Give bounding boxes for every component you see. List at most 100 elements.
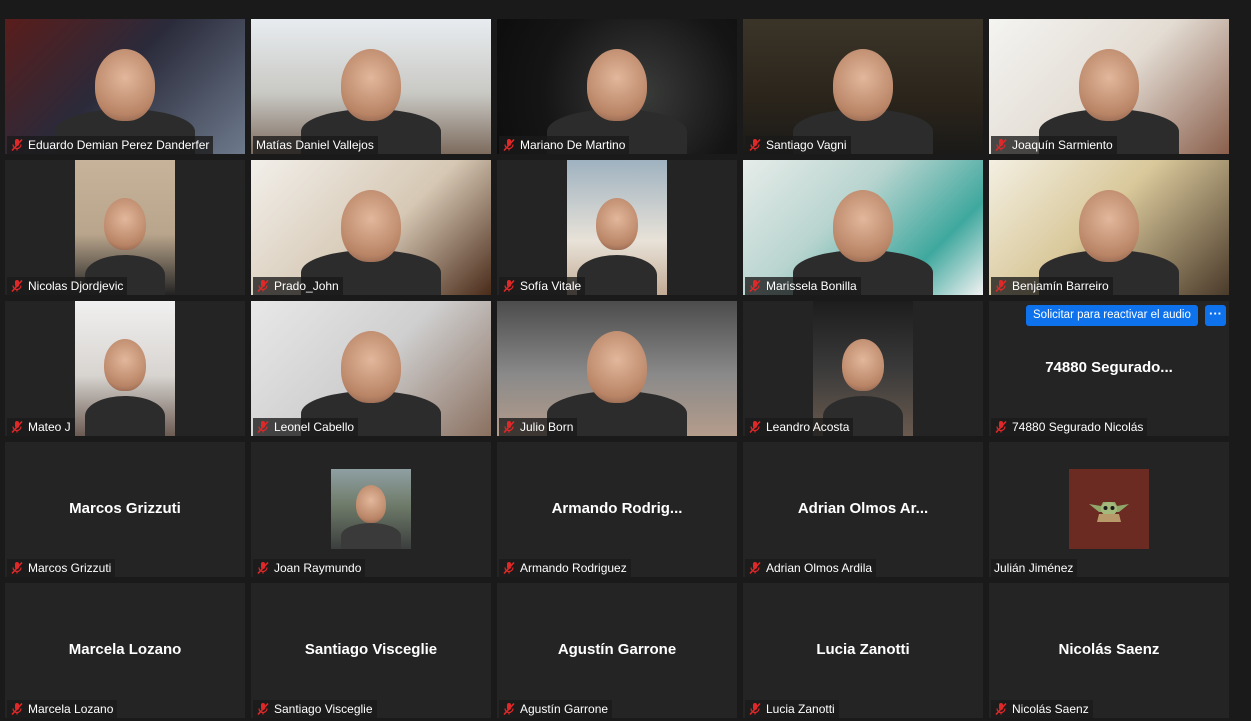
participant-tile-lucia-zanotti[interactable]: Lucia Zanotti Lucia Zanotti xyxy=(743,583,983,718)
participant-tile-leonel-cabello[interactable]: Leonel Cabello xyxy=(251,301,491,436)
participant-name-text: Joaquín Sarmiento xyxy=(1012,138,1113,152)
video-feed xyxy=(989,19,1229,154)
microphone-muted-icon xyxy=(503,138,515,152)
video-feed xyxy=(567,160,667,295)
participant-name-label: Benjamín Barreiro xyxy=(991,277,1113,295)
participant-name-text: Nicolás Saenz xyxy=(1012,702,1089,716)
participant-name-label: Santiago Visceglie xyxy=(253,700,377,718)
participant-tile-mariano-de-martino[interactable]: Mariano De Martino xyxy=(497,19,737,154)
participant-name-text: Eduardo Demian Perez Danderfer xyxy=(28,138,210,152)
participant-name-label: Adrian Olmos Ardila xyxy=(745,559,877,577)
participant-name-label: Leandro Acosta xyxy=(745,418,854,436)
person-face xyxy=(587,331,647,403)
participant-tile-sofia-vitale[interactable]: Sofía Vitale xyxy=(497,160,737,295)
participant-tile-armando-rodriguez[interactable]: Armando Rodrig... Armando Rodriguez xyxy=(497,442,737,577)
video-feed xyxy=(251,19,491,154)
participant-display-name: Santiago Visceglie xyxy=(304,641,438,658)
participant-display-name: Adrian Olmos Ar... xyxy=(797,500,929,517)
participant-display-name: Marcela Lozano xyxy=(68,641,182,658)
participant-tile-mateo-j[interactable]: Mateo J xyxy=(5,301,245,436)
microphone-muted-icon xyxy=(995,702,1007,716)
participant-tile-marcos-grizzuti[interactable]: Marcos Grizzuti Marcos Grizzuti xyxy=(5,442,245,577)
participant-tile-agustin-garrone[interactable]: Agustín Garrone Agustín Garrone xyxy=(497,583,737,718)
participant-name-label: Mariano De Martino xyxy=(499,136,630,154)
person-face xyxy=(596,198,638,250)
person-face xyxy=(341,331,401,403)
video-feed xyxy=(813,301,913,436)
participant-tile-julio-born[interactable]: Julio Born xyxy=(497,301,737,436)
participant-name-label: Lucia Zanotti xyxy=(745,700,839,718)
microphone-muted-icon xyxy=(749,702,761,716)
microphone-muted-icon xyxy=(749,561,761,575)
participant-display-name: Marcos Grizzuti xyxy=(69,500,181,517)
microphone-muted-icon xyxy=(503,561,515,575)
participant-display-name: Lucia Zanotti xyxy=(816,641,910,658)
microphone-muted-icon xyxy=(749,138,761,152)
video-feed xyxy=(251,160,491,295)
microphone-muted-icon xyxy=(11,420,23,434)
baby-yoda-icon xyxy=(1089,502,1129,522)
microphone-muted-icon xyxy=(257,702,269,716)
microphone-muted-icon xyxy=(995,279,1007,293)
person-face xyxy=(1079,49,1139,121)
participant-tile-marcela-lozano[interactable]: Marcela Lozano Marcela Lozano xyxy=(5,583,245,718)
video-feed xyxy=(743,19,983,154)
person-silhouette xyxy=(577,255,657,295)
participant-tile-prado-john[interactable]: Prado_John xyxy=(251,160,491,295)
participant-name-label: Joaquín Sarmiento xyxy=(991,136,1117,154)
microphone-muted-icon xyxy=(995,138,1007,152)
participant-name-label: Joan Raymundo xyxy=(253,559,366,577)
person-face xyxy=(587,49,647,121)
microphone-muted-icon xyxy=(995,420,1007,434)
participant-name-text: Leonel Cabello xyxy=(274,420,355,434)
participant-name-label: Armando Rodriguez xyxy=(499,559,631,577)
person-face xyxy=(356,485,386,523)
microphone-muted-icon xyxy=(257,561,269,575)
participant-name-text: Sofía Vitale xyxy=(520,279,582,293)
video-feed xyxy=(497,301,737,436)
participant-name-text: Joan Raymundo xyxy=(274,561,362,575)
more-options-button[interactable]: ··· xyxy=(1205,305,1226,326)
microphone-muted-icon xyxy=(749,420,761,434)
participant-name-text: Julián Jiménez xyxy=(994,561,1074,575)
person-face xyxy=(95,49,155,121)
person-face xyxy=(341,49,401,121)
video-feed xyxy=(75,160,175,295)
participant-name-text: Mateo J xyxy=(28,420,71,434)
participant-name-label: Prado_John xyxy=(253,277,343,295)
participant-tile-santiago-visceglie[interactable]: Santiago Visceglie Santiago Visceglie xyxy=(251,583,491,718)
participant-tile-adrian-olmos-ardila[interactable]: Adrian Olmos Ar... Adrian Olmos Ardila xyxy=(743,442,983,577)
participant-tile-eduardo-demian-perez-danderfer[interactable]: Eduardo Demian Perez Danderfer xyxy=(5,19,245,154)
participant-name-label: Sofía Vitale xyxy=(499,277,586,295)
participant-name-text: Prado_John xyxy=(274,279,339,293)
person-face xyxy=(842,339,884,391)
participant-display-name: Armando Rodrig... xyxy=(551,500,683,517)
participant-name-label: Santiago Vagni xyxy=(745,136,851,154)
participant-tile-julian-jimenez[interactable]: Julián Jiménez xyxy=(989,442,1229,577)
participant-name-text: Nicolas Djordjevic xyxy=(28,279,124,293)
participant-display-name: Agustín Garrone xyxy=(557,641,677,658)
microphone-muted-icon xyxy=(503,279,515,293)
microphone-muted-icon xyxy=(11,279,23,293)
participant-name-text: Armando Rodriguez xyxy=(520,561,627,575)
participant-name-text: Agustín Garrone xyxy=(520,702,609,716)
participant-tile-benjamin-barreiro[interactable]: Benjamín Barreiro xyxy=(989,160,1229,295)
participant-tile-santiago-vagni[interactable]: Santiago Vagni xyxy=(743,19,983,154)
participant-name-text: Leandro Acosta xyxy=(766,420,850,434)
participant-name-label: 74880 Segurado Nicolás xyxy=(991,418,1148,436)
participant-name-text: Julio Born xyxy=(520,420,574,434)
participant-tile-nicolas-djordjevic[interactable]: Nicolas Djordjevic xyxy=(5,160,245,295)
person-face xyxy=(104,339,146,391)
participant-tile-joaquin-sarmiento[interactable]: Joaquín Sarmiento xyxy=(989,19,1229,154)
request-unmute-button[interactable]: Solicitar para reactivar el audio xyxy=(1026,305,1198,326)
participant-tile-nicolas-saenz[interactable]: Nicolás Saenz Nicolás Saenz xyxy=(989,583,1229,718)
participant-tile-marissela-bonilla[interactable]: Marissela Bonilla xyxy=(743,160,983,295)
microphone-muted-icon xyxy=(749,279,761,293)
participant-tile-matias-daniel-vallejos[interactable]: Matías Daniel Vallejos xyxy=(251,19,491,154)
participant-name-label: Agustín Garrone xyxy=(499,700,613,718)
participant-name-text: Santiago Visceglie xyxy=(274,702,373,716)
participant-name-label: Julio Born xyxy=(499,418,578,436)
video-feed xyxy=(743,160,983,295)
participant-tile-leandro-acosta[interactable]: Leandro Acosta xyxy=(743,301,983,436)
participant-tile-joan-raymundo[interactable]: Joan Raymundo xyxy=(251,442,491,577)
